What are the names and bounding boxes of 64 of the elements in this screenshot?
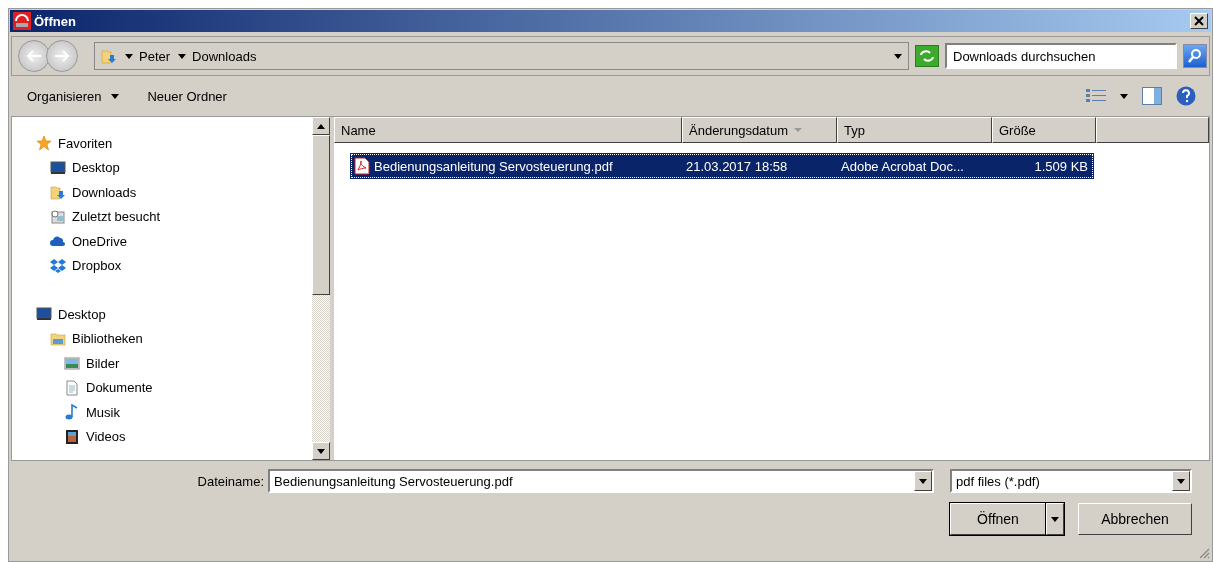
sidebar-item[interactable]: Bibliotheken xyxy=(72,331,143,347)
search-button[interactable] xyxy=(1183,44,1207,68)
modified-date: 21.03.2017 18:58 xyxy=(685,158,789,174)
picture-icon xyxy=(64,355,80,372)
dropdown-arrow-icon[interactable] xyxy=(1120,93,1128,99)
file-size: 1.509 KB xyxy=(1033,158,1089,174)
film-icon xyxy=(64,428,80,445)
column-header[interactable]: Name xyxy=(334,117,682,143)
back-button[interactable] xyxy=(18,40,50,72)
close-button[interactable] xyxy=(1190,13,1208,29)
app-icon xyxy=(13,12,31,30)
toolbar-button[interactable]: Neuer Ordner xyxy=(145,86,229,106)
column-header[interactable]: Typ xyxy=(837,117,992,143)
file-row[interactable]: Bedienungsanleitung Servosteuerung.pdf 21.03.2017 18:58 Adobe Acrobat Doc... 1.509 KB xyxy=(350,153,1094,179)
preview-pane-icon[interactable] xyxy=(1142,87,1162,105)
forward-arrow-icon xyxy=(53,49,71,63)
refresh-icon[interactable] xyxy=(915,45,939,67)
sidebar-item[interactable]: Musik xyxy=(86,404,120,420)
pdf-file-icon xyxy=(354,157,370,175)
monitor-icon xyxy=(36,306,52,323)
back-arrow-icon xyxy=(25,49,43,63)
file-type: Adobe Acrobat Doc... xyxy=(840,158,965,174)
sidebar-item[interactable]: Downloads xyxy=(72,184,137,200)
toolbar-button[interactable]: Organisieren xyxy=(25,86,122,106)
recent-places-icon xyxy=(50,208,66,225)
sidebar-item[interactable]: Favoriten xyxy=(58,135,113,151)
sidebar-item[interactable]: OneDrive xyxy=(72,233,127,249)
open-button[interactable]: Öffnen xyxy=(950,503,1046,535)
view-list-icon[interactable] xyxy=(1086,89,1106,103)
music-note-icon xyxy=(64,404,80,421)
forward-button[interactable] xyxy=(46,40,78,72)
search-icon xyxy=(1187,48,1203,64)
breadcrumb[interactable]: Peter xyxy=(139,48,171,64)
filename-label: Dateiname: xyxy=(197,473,264,489)
scrollbar[interactable] xyxy=(312,117,330,460)
star-icon xyxy=(36,135,52,152)
dropdown-arrow-icon[interactable] xyxy=(894,53,902,59)
help-icon[interactable] xyxy=(1176,86,1196,106)
sidebar-item[interactable]: Desktop xyxy=(72,160,120,176)
sidebar-item[interactable]: Videos xyxy=(86,429,126,445)
document-icon xyxy=(64,379,80,396)
column-header[interactable]: Änderungsdatum xyxy=(682,117,837,143)
monitor-icon xyxy=(50,159,66,176)
sidebar-item[interactable]: Zuletzt besucht xyxy=(72,209,161,225)
sidebar-item[interactable]: Dokumente xyxy=(86,380,153,396)
column-header[interactable]: Größe xyxy=(992,117,1096,143)
window-title: Öffnen xyxy=(34,13,77,29)
file-type-dropdown[interactable]: pdf files (*.pdf) xyxy=(950,469,1192,493)
download-folder-icon xyxy=(101,48,117,64)
sidebar-item[interactable]: Dropbox xyxy=(72,258,122,274)
breadcrumb[interactable]: Downloads xyxy=(192,48,257,64)
file-name: Bedienungsanleitung Servosteuerung.pdf xyxy=(374,158,613,174)
download-folder-icon xyxy=(50,184,66,201)
library-folder-icon xyxy=(50,330,66,347)
cancel-button[interactable]: Abbrechen xyxy=(1078,503,1192,535)
search-field[interactable]: Downloads durchsuchen xyxy=(945,43,1177,69)
up-arrow-icon[interactable] xyxy=(317,123,325,129)
resize-grip-icon[interactable] xyxy=(1198,547,1210,559)
down-arrow-icon[interactable] xyxy=(317,448,325,454)
sidebar-item[interactable]: Desktop xyxy=(58,306,106,322)
sidebar-item[interactable]: Bilder xyxy=(86,355,120,371)
address-bar[interactable]: Peter Downloads xyxy=(94,42,909,70)
dropbox-icon xyxy=(50,257,66,274)
filename-field[interactable]: Bedienungsanleitung Servosteuerung.pdf xyxy=(268,469,934,493)
